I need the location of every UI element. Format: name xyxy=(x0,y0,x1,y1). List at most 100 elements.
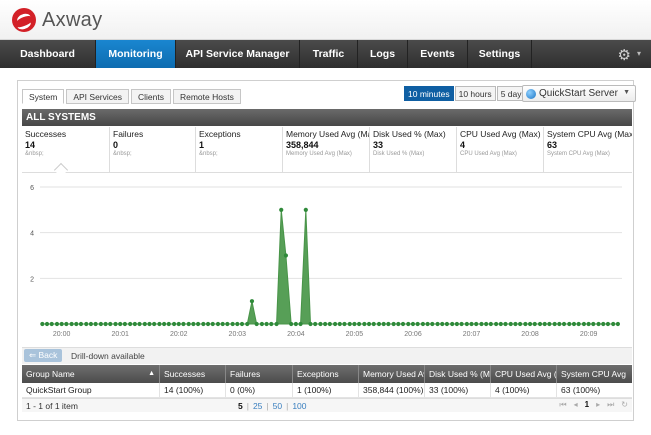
nav-events[interactable]: Events xyxy=(408,40,468,68)
metric-label: Failures xyxy=(113,129,144,139)
column-memory-used[interactable]: Memory Used Av xyxy=(359,365,425,383)
metric-sub: CPU Used Avg (Max) xyxy=(460,151,517,157)
metric-value: 1 xyxy=(199,140,205,150)
data-point xyxy=(381,321,386,327)
metric-value: 358,844 xyxy=(286,140,319,150)
data-point xyxy=(484,321,489,327)
data-point xyxy=(508,321,513,327)
chevron-down-icon[interactable]: ▾ xyxy=(637,49,641,58)
data-point xyxy=(342,321,347,327)
data-point xyxy=(532,321,537,327)
column-exceptions[interactable]: Exceptions xyxy=(293,365,359,383)
metric-system-cpu[interactable]: System CPU Avg (Max 63 System CPU Avg (M… xyxy=(544,127,632,172)
column-group-name[interactable]: Group Name ▲ xyxy=(22,365,160,383)
data-point xyxy=(567,321,572,327)
data-point xyxy=(357,321,362,327)
tab-remote-hosts[interactable]: Remote Hosts xyxy=(172,89,241,104)
metric-memory-used[interactable]: Memory Used Avg (Max 358,844 Memory Used… xyxy=(283,127,370,172)
brand-logo[interactable]: Axway xyxy=(12,8,102,32)
metric-successes[interactable]: Successes 14 &nbsp; xyxy=(22,127,110,172)
grid-header: Group Name ▲ Successes Failures Exception… xyxy=(22,365,632,383)
column-failures[interactable]: Failures xyxy=(226,365,293,383)
data-point xyxy=(54,321,60,327)
gear-icon[interactable]: ⚙ xyxy=(618,46,631,64)
data-point xyxy=(298,321,303,327)
nav-dashboard[interactable]: Dashboard xyxy=(0,40,96,68)
chevron-down-icon[interactable]: ▼ xyxy=(623,89,630,96)
metric-disk-used[interactable]: Disk Used % (Max) 33 Disk Used % (Max) xyxy=(370,127,457,172)
data-point xyxy=(601,321,606,327)
server-select-value: QuickStart Server xyxy=(539,88,618,99)
column-successes[interactable]: Successes xyxy=(160,365,226,383)
table-row[interactable]: QuickStart Group 14 (100%) 0 (0%) 1 (100… xyxy=(22,383,632,398)
data-point xyxy=(181,321,186,327)
data-point xyxy=(591,321,596,327)
nav-traffic[interactable]: Traffic xyxy=(300,40,358,68)
metric-exceptions[interactable]: Exceptions 1 &nbsp; xyxy=(196,127,283,172)
metric-cpu-used[interactable]: CPU Used Avg (Max) 4 CPU Used Avg (Max) xyxy=(457,127,544,172)
time-range-10-minutes[interactable]: 10 minutes xyxy=(404,86,454,101)
metric-sub: &nbsp; xyxy=(25,151,44,157)
nav-logs[interactable]: Logs xyxy=(358,40,408,68)
back-label: Back xyxy=(38,350,58,360)
x-tick-label: 20:08 xyxy=(521,331,539,338)
nav-monitoring[interactable]: Monitoring xyxy=(96,40,176,68)
data-point xyxy=(474,321,479,327)
tab-api-services[interactable]: API Services xyxy=(66,89,129,104)
cell-system-cpu: 63 (100%) xyxy=(561,385,601,395)
metric-label: Successes xyxy=(25,129,67,139)
server-select[interactable]: QuickStart Server ▼ xyxy=(522,85,636,102)
last-page-icon[interactable]: ⏭ xyxy=(607,400,614,410)
metric-value: 14 xyxy=(25,140,36,150)
first-page-icon[interactable]: ⏮ xyxy=(559,400,566,410)
data-point xyxy=(128,321,133,327)
data-point xyxy=(430,321,435,327)
data-point xyxy=(527,321,533,327)
data-point xyxy=(571,321,577,327)
nav-api-service-manager[interactable]: API Service Manager xyxy=(176,40,300,68)
tab-system[interactable]: System xyxy=(22,89,65,104)
data-point xyxy=(303,207,308,212)
data-point xyxy=(347,321,352,327)
prev-page-icon[interactable]: ◂ xyxy=(574,400,578,410)
x-tick-label: 20:00 xyxy=(53,331,71,338)
x-tick-label: 20:03 xyxy=(229,331,247,338)
next-page-icon[interactable]: ▸ xyxy=(596,400,600,410)
data-point xyxy=(64,321,69,327)
column-disk-used[interactable]: Disk Used % (Ma xyxy=(425,365,491,383)
metric-sub: System CPU Avg (Max) xyxy=(547,151,610,157)
data-point xyxy=(69,321,74,327)
page-size-5[interactable]: 5 xyxy=(238,401,243,411)
data-point xyxy=(406,321,411,327)
metric-sub: Memory Used Avg (Max) xyxy=(286,151,352,157)
data-point xyxy=(186,321,191,327)
column-system-cpu[interactable]: System CPU Avg xyxy=(557,365,632,383)
x-tick-label: 20:02 xyxy=(170,331,188,338)
data-point xyxy=(371,321,376,327)
back-button[interactable]: ⇐ Back xyxy=(24,349,63,362)
data-point xyxy=(191,321,196,327)
data-point xyxy=(195,321,201,327)
page-size-25[interactable]: 25 xyxy=(253,401,262,411)
data-point xyxy=(615,321,621,327)
tab-clients[interactable]: Clients xyxy=(131,89,171,104)
data-point xyxy=(122,321,127,327)
current-page[interactable]: 1 xyxy=(585,400,589,410)
page-size-100[interactable]: 100 xyxy=(292,401,306,411)
data-point xyxy=(376,321,382,327)
section-title: ALL SYSTEMS xyxy=(22,109,632,126)
metric-failures[interactable]: Failures 0 &nbsp; xyxy=(110,127,196,172)
nav-settings[interactable]: Settings xyxy=(468,40,532,68)
drilldown-bar: ⇐ Back Drill-down available xyxy=(22,347,632,364)
metrics-strip: Successes 14 &nbsp; Failures 0 &nbsp; Ex… xyxy=(22,127,632,173)
data-point xyxy=(469,321,474,327)
page-size-50[interactable]: 50 xyxy=(273,401,282,411)
column-cpu-used[interactable]: CPU Used Avg (M xyxy=(491,365,557,383)
time-range-10-hours[interactable]: 10 hours xyxy=(454,86,496,101)
pager-count: 1 - 1 of 1 item xyxy=(26,401,78,411)
y-tick-label: 4 xyxy=(30,231,34,238)
data-point xyxy=(93,321,98,327)
refresh-icon[interactable]: ↻ xyxy=(621,400,628,410)
data-point xyxy=(494,321,499,327)
data-point xyxy=(444,321,450,327)
